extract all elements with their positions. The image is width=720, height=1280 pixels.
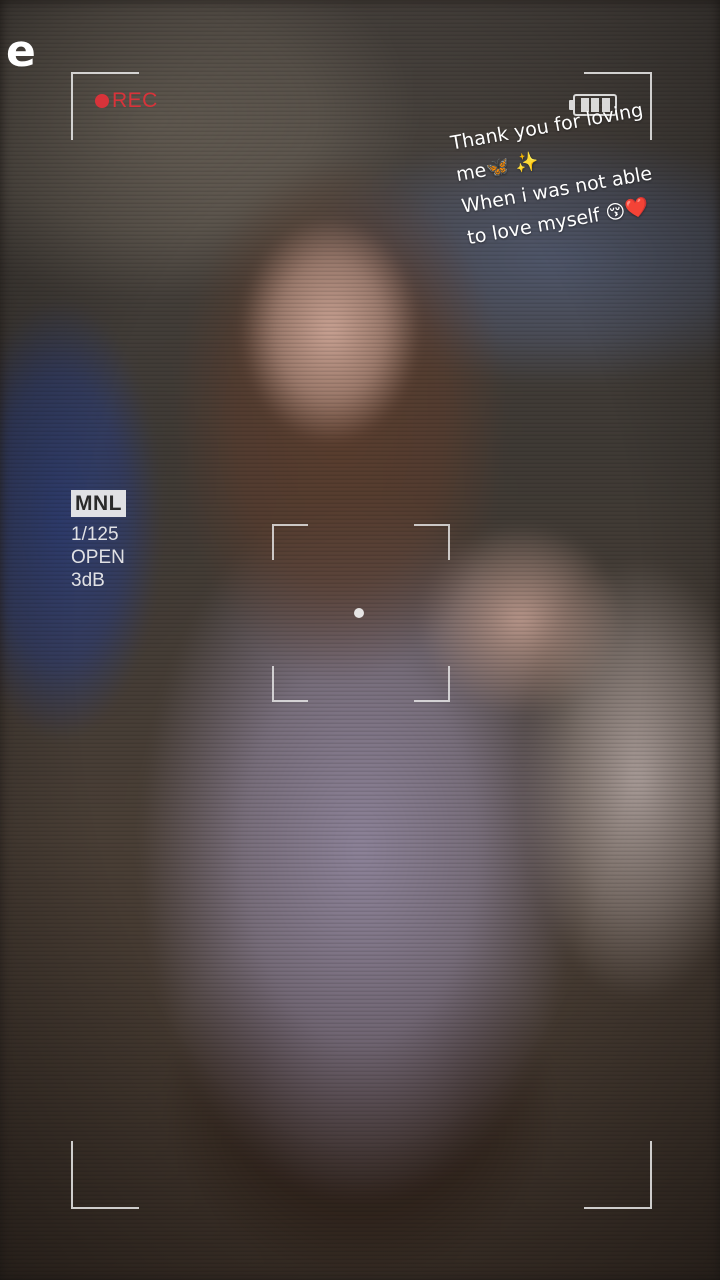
focus-corner xyxy=(272,524,308,560)
focus-bracket-icon xyxy=(272,524,450,702)
mode-badge: MNL xyxy=(71,490,126,517)
rec-label: REC xyxy=(112,89,158,112)
focus-point-icon xyxy=(354,608,364,618)
record-dot-icon xyxy=(95,94,109,108)
shutter-speed: 1/125 xyxy=(71,524,119,545)
gain-value: 3dB xyxy=(71,570,105,591)
app-logo-glyph: e xyxy=(6,26,36,77)
focus-corner xyxy=(272,666,308,702)
focus-corner xyxy=(414,666,450,702)
viewfinder-corner-bottom-right-icon xyxy=(584,1141,652,1209)
viewfinder-corner-bottom-left-icon xyxy=(71,1141,139,1209)
camera-settings-readout: MNL 1/125 OPEN 3dB xyxy=(71,490,126,592)
aperture-value: OPEN xyxy=(71,547,125,568)
focus-corner xyxy=(414,524,450,560)
rec-indicator: REC xyxy=(95,89,158,113)
camera-viewfinder-screen: e REC Thank you for loving me🦋 ✨ When i … xyxy=(0,0,720,1280)
